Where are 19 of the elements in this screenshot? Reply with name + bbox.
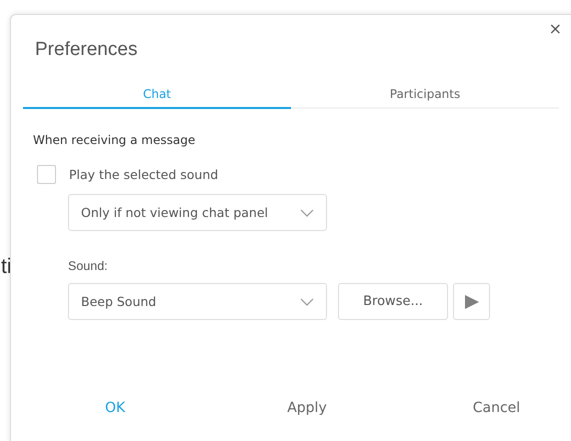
close-button[interactable]: × xyxy=(544,19,566,38)
section-label: When receiving a message xyxy=(33,133,196,147)
dialog-button[interactable]: Apply xyxy=(279,396,335,420)
chevron-down-icon xyxy=(300,208,314,216)
play-button[interactable] xyxy=(453,283,490,320)
tab[interactable]: Chat xyxy=(23,87,291,109)
background-text: ti xyxy=(1,255,12,279)
dialog-button[interactable]: Cancel xyxy=(464,396,528,420)
checkbox[interactable] xyxy=(37,165,56,184)
chevron-down-icon xyxy=(300,298,314,306)
sound-dropdown[interactable]: Beep Sound xyxy=(68,283,327,320)
play-icon xyxy=(464,294,480,310)
tab[interactable]: Participants xyxy=(291,87,559,109)
checkbox-label: Play the selected sound xyxy=(69,167,218,182)
dialog-title: Preferences xyxy=(35,39,138,61)
dialog-button[interactable]: OK xyxy=(97,396,134,420)
sound-label: Sound: xyxy=(68,259,108,273)
browse-button[interactable]: Browse... xyxy=(338,283,448,320)
condition-dropdown[interactable]: Only if not viewing chat panel xyxy=(68,194,327,231)
